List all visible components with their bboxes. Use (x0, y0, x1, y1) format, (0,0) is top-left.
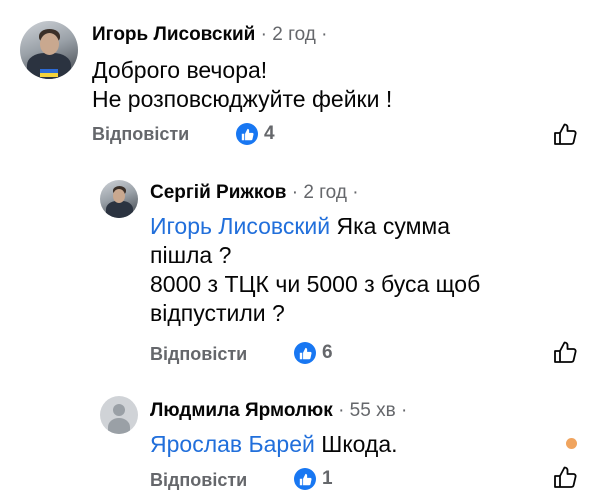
default-avatar-icon (113, 404, 125, 416)
head-shape (113, 189, 125, 203)
timestamp[interactable]: 2 год (272, 24, 316, 45)
notification-dot (566, 438, 577, 449)
comment-text: Доброго вечора! Не розповсюджуйте фейки … (92, 56, 392, 114)
reply-button[interactable]: Відповісти (150, 344, 247, 365)
reaction-summary[interactable]: 4 (236, 123, 275, 145)
comment-line: Ярослав Барей Шкода. (150, 430, 398, 459)
separator: · (400, 400, 408, 421)
mention-link[interactable]: Ярослав Барей (150, 431, 315, 457)
flag-stripe (40, 73, 58, 77)
comment-line-text: Яка сумма (336, 213, 451, 239)
reaction-count: 6 (322, 342, 333, 363)
user-photo-icon (106, 201, 133, 218)
avatar[interactable] (100, 396, 138, 434)
separator: · (321, 24, 328, 45)
comment-text: Игорь Лисовский Яка сумма пішла ? 8000 з… (150, 212, 480, 328)
reply-button[interactable]: Відповісти (92, 124, 189, 145)
comment-line: 8000 з ТЦК чи 5000 з буса щоб (150, 271, 481, 297)
mention-link[interactable]: Игорь Лисовский (150, 213, 330, 239)
like-badge-icon (294, 342, 316, 364)
author-name[interactable]: Сергій Рижков (150, 182, 286, 203)
separator: · (352, 182, 359, 203)
avatar[interactable] (100, 180, 138, 218)
comment-meta: Людмила Ярмолюк · 55 хв · (150, 400, 407, 422)
reply-button[interactable]: Відповісти (150, 470, 247, 491)
author-name[interactable]: Игорь Лисовский (92, 24, 255, 45)
comment-line: Доброго вечора! (92, 57, 268, 83)
like-badge-icon (236, 123, 258, 145)
timestamp[interactable]: 2 год (303, 182, 347, 203)
separator: · (260, 24, 267, 45)
separator: · (291, 182, 299, 203)
comment-line: відпустили ? (150, 300, 285, 326)
reaction-summary[interactable]: 6 (294, 342, 333, 364)
like-icon[interactable] (551, 338, 579, 366)
head-shape (40, 33, 59, 55)
default-avatar-body (108, 418, 130, 434)
comment-line: пішла ? (150, 242, 232, 268)
comment-line: Не розповсюджуйте фейки ! (92, 86, 393, 112)
like-icon[interactable] (551, 120, 579, 148)
separator: · (338, 400, 345, 421)
author-name[interactable]: Людмила Ярмолюк (150, 400, 333, 421)
comment-meta: Игорь Лисовский · 2 год · (92, 24, 327, 46)
comment-line-text: Шкода. (321, 431, 398, 457)
comment-line: Игорь Лисовский Яка сумма (150, 212, 480, 241)
comment-meta: Сергій Рижков · 2 год · (150, 182, 359, 204)
comment-text: Ярослав Барей Шкода. (150, 430, 398, 459)
reaction-count: 4 (264, 123, 275, 144)
timestamp[interactable]: 55 хв (350, 400, 396, 421)
avatar[interactable] (20, 21, 78, 79)
